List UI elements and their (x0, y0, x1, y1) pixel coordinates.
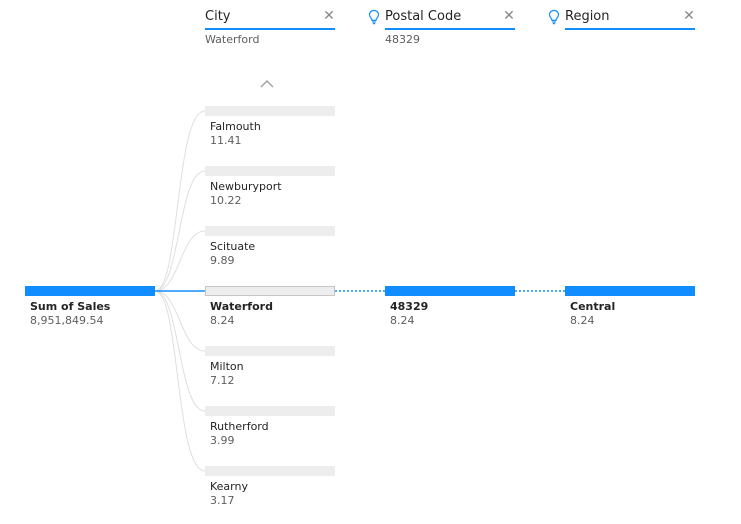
city-bar (205, 406, 335, 416)
connector-scituate (154, 230, 206, 292)
city-node-rutherford[interactable]: Rutherford 3.99 (205, 406, 335, 456)
city-node-value: 10.22 (210, 194, 242, 207)
city-bar (205, 346, 335, 356)
region-node-central[interactable]: Central 8.24 (565, 286, 695, 336)
region-header-title-row: Region ✕ (565, 8, 695, 30)
root-node-value: 8,951,849.54 (30, 314, 104, 327)
city-bar (205, 226, 335, 236)
postal-selected-value: 48329 (385, 33, 420, 46)
city-bar (205, 106, 335, 116)
postal-header-title-row: Postal Code ✕ (385, 8, 515, 30)
region-header-title: Region (565, 9, 610, 24)
city-node-value: 3.17 (210, 494, 235, 507)
city-node-label: Waterford (210, 300, 273, 313)
city-header-title: City (205, 9, 231, 24)
lightbulb-icon[interactable] (367, 9, 381, 25)
city-node-label: Scituate (210, 240, 256, 253)
lightbulb-icon[interactable] (547, 9, 561, 25)
root-bar (25, 286, 155, 296)
city-header-title-row: City ✕ (205, 8, 335, 30)
city-node-label: Falmouth (210, 120, 261, 133)
city-node-label: Milton (210, 360, 244, 373)
root-node-label: Sum of Sales (30, 300, 111, 313)
city-node-milton[interactable]: Milton 7.12 (205, 346, 335, 396)
close-icon[interactable]: ✕ (323, 9, 335, 23)
city-node-label: Newburyport (210, 180, 282, 193)
region-column-header: Region ✕ (547, 8, 695, 48)
city-node-label: Rutherford (210, 420, 269, 433)
city-bar-selected (205, 286, 335, 296)
city-node-label: Kearny (210, 480, 248, 493)
city-node-waterford[interactable]: Waterford 8.24 (205, 286, 335, 336)
city-node-value: 3.99 (210, 434, 235, 447)
postal-node-label: 48329 (390, 300, 429, 313)
city-node-value: 11.41 (210, 134, 242, 147)
region-bar (565, 286, 695, 296)
chevron-up-icon[interactable] (259, 78, 275, 90)
close-icon[interactable]: ✕ (683, 9, 695, 23)
city-node-falmouth[interactable]: Falmouth 11.41 (205, 106, 335, 156)
city-node-value: 8.24 (210, 314, 235, 327)
city-node-value: 9.89 (210, 254, 235, 267)
root-node-sum-of-sales[interactable]: Sum of Sales 8,951,849.54 (25, 286, 155, 336)
city-node-scituate[interactable]: Scituate 9.89 (205, 226, 335, 276)
city-selected-value: Waterford (205, 33, 260, 46)
connector-kearny (154, 290, 206, 472)
postal-node-value: 8.24 (390, 314, 415, 327)
city-column-header: City ✕ Waterford (205, 8, 335, 48)
connector-milton (154, 290, 206, 352)
postal-node-48329[interactable]: 48329 8.24 (385, 286, 515, 336)
connector-falmouth (154, 110, 206, 292)
region-node-label: Central (570, 300, 616, 313)
postal-header-title: Postal Code (385, 9, 462, 24)
region-node-value: 8.24 (570, 314, 595, 327)
city-node-kearny[interactable]: Kearny 3.17 (205, 466, 335, 516)
tree-connectors (154, 110, 565, 472)
connector-rutherford (154, 290, 206, 412)
postal-code-column-header: Postal Code ✕ 48329 (367, 8, 515, 48)
city-node-value: 7.12 (210, 374, 235, 387)
city-bar (205, 166, 335, 176)
postal-bar (385, 286, 515, 296)
city-node-newburyport[interactable]: Newburyport 10.22 (205, 166, 335, 216)
connector-newburyport (154, 170, 206, 292)
city-bar (205, 466, 335, 476)
close-icon[interactable]: ✕ (503, 9, 515, 23)
